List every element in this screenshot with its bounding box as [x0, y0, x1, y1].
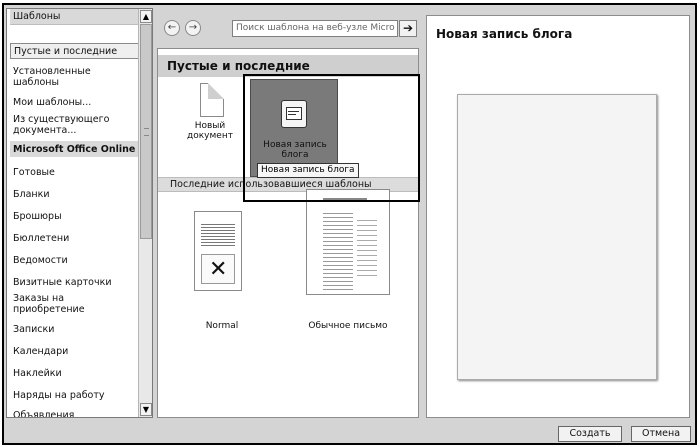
templates-category-list: Шаблоны Пустые и последние Установленные… [7, 9, 140, 417]
template-normal[interactable]: ✕ Normal [166, 199, 278, 339]
create-button[interactable]: Создать [558, 426, 622, 442]
sidebar-item-from-existing[interactable]: Из существующего документа... [10, 113, 139, 137]
sidebar-item-newsletters[interactable]: Бюллетени [10, 231, 139, 245]
sidebar-item-labels[interactable]: Наклейки [10, 366, 139, 380]
template-search-input[interactable]: Поиск шаблона на веб-узле Micro [232, 20, 398, 37]
sidebar-item-calendars[interactable]: Календари [10, 344, 139, 358]
sidebar-item-ready[interactable]: Готовые [10, 165, 139, 179]
sidebar-item-office-online[interactable]: Microsoft Office Online [10, 141, 139, 157]
sidebar-item-memos[interactable]: Записки [10, 322, 139, 336]
preview-title: Новая запись блога [436, 27, 573, 41]
template-tooltip: Новая запись блога [257, 163, 359, 178]
sidebar-item-purchase-orders[interactable]: Заказы на приобретение [10, 292, 139, 316]
template-label-line1: Новый [194, 121, 226, 131]
sidebar-item-statements[interactable]: Ведомости [10, 253, 139, 267]
sidebar-item-forms[interactable]: Бланки [10, 187, 139, 201]
preview-pane: Новая запись блога [426, 15, 690, 418]
sidebar-item-work-orders[interactable]: Наряды на работу [10, 388, 139, 402]
letter-template-thumbnail [306, 189, 390, 295]
template-search-bar: ← → Поиск шаблона на веб-узле Micro ➔ [157, 8, 419, 48]
sidebar-item-installed[interactable]: Установленные шаблоны [10, 65, 139, 89]
recent-template-label: Обычное письмо [308, 321, 388, 331]
template-regular-letter[interactable]: Обычное письмо [284, 179, 412, 339]
templates-sidebar: Шаблоны Пустые и последние Установленные… [6, 8, 153, 418]
scroll-down-button[interactable]: ▼ [140, 403, 152, 416]
search-go-button[interactable]: ➔ [399, 20, 417, 37]
sidebar-item-blank-recent[interactable]: Пустые и последние [10, 43, 139, 59]
preview-page-thumbnail [457, 94, 657, 380]
forward-button[interactable]: → [185, 20, 201, 36]
sidebar-item-my-templates[interactable]: Мои шаблоны... [10, 95, 139, 109]
sidebar-header: Шаблоны [10, 9, 139, 25]
recent-template-label: Normal [205, 321, 239, 331]
sidebar-item-brochures[interactable]: Брошюры [10, 209, 139, 223]
cancel-button[interactable]: Отмена [631, 426, 691, 442]
blank-document-icon [200, 83, 224, 117]
back-button[interactable]: ← [164, 20, 180, 36]
sidebar-item-business-cards[interactable]: Визитные карточки [10, 275, 139, 289]
scroll-up-button[interactable]: ▲ [140, 10, 152, 23]
template-label-line2: документ [187, 131, 233, 141]
scrollbar-thumb[interactable] [140, 24, 152, 239]
normal-template-icon: ✕ [194, 211, 242, 291]
selection-highlight [243, 74, 420, 202]
sidebar-item-announcements[interactable]: Объявления [10, 408, 139, 418]
sidebar-scrollbar[interactable]: ▲ ▼ [138, 9, 152, 417]
